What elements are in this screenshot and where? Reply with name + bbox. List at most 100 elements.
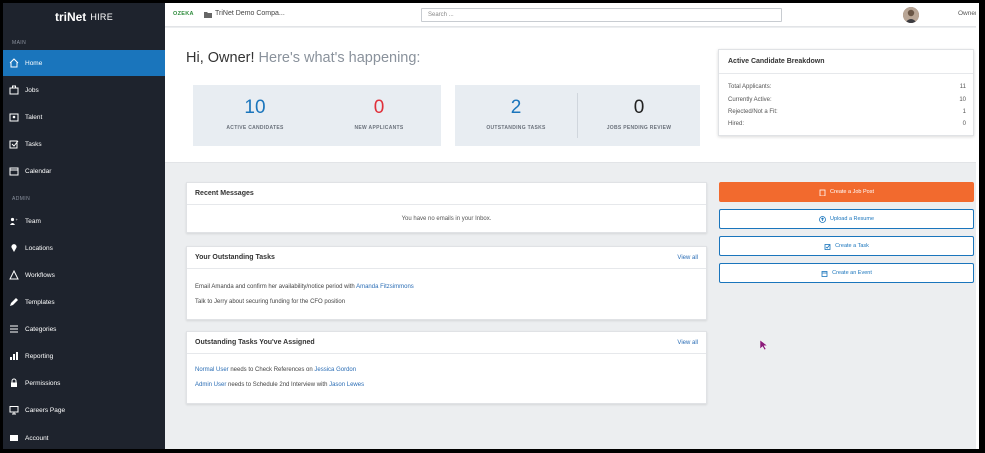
task-icon [824,243,831,250]
sidebar-item-account[interactable]: Account [3,425,165,449]
upload-resume-button[interactable]: Upload a Resume [719,209,974,229]
assigned-task-item: Admin User needs to Schedule 2nd Intervi… [195,382,364,388]
create-event-button[interactable]: Create an Event [719,263,974,283]
app-window: triNet HIRE MAIN Home Jobs Talent Tasks … [3,3,979,449]
task-text: needs to Schedule 2nd Interview with [226,382,330,388]
task-item: Email Amanda and confirm her availabilit… [195,284,414,290]
pencil-icon [9,297,19,307]
avatar[interactable] [903,7,919,23]
sidebar-item-label: Reporting [25,352,54,360]
candidate-link[interactable]: Jessica Gordon [314,367,356,373]
sidebar-item-reporting[interactable]: Reporting [3,343,165,369]
company-switcher[interactable]: TriNet Demo Compa... [215,10,285,17]
view-all-link[interactable]: View all [677,340,698,346]
sidebar-item-careers-page[interactable]: Careers Page [3,397,165,423]
greeting-subtitle: Here's what's happening: [258,50,421,66]
sidebar-item-calendar[interactable]: Calendar [3,158,165,184]
task-item: Talk to Jerry about securing funding for… [195,299,345,305]
dashboard-hero: Hi, Owner! Here's what's happening: 10 A… [165,28,979,163]
sidebar-item-label: Talent [25,113,43,121]
lock-icon [9,378,19,388]
sidebar: triNet HIRE MAIN Home Jobs Talent Tasks … [3,3,165,449]
sidebar-item-team[interactable]: + Team [3,208,165,234]
stat-value: 0 [633,97,645,118]
stat-outstanding-tasks[interactable]: 2 OUTSTANDING TASKS [455,85,577,146]
id-card-icon [9,112,19,122]
sidebar-item-label: Account [25,434,49,442]
building-icon [819,189,826,196]
create-job-post-button[interactable]: Create a Job Post [719,182,974,202]
workflow-icon [9,270,19,280]
user-link[interactable]: Normal User [195,367,229,373]
sidebar-item-jobs[interactable]: Jobs [3,77,165,103]
sidebar-item-label: Tasks [25,140,42,148]
assigned-task-item: Normal User needs to Check References on… [195,367,356,373]
breakdown-label: Total Applicants: [728,84,772,90]
folder-icon [204,12,212,18]
section-label-admin: ADMIN [12,196,31,202]
breakdown-row: Total Applicants: 11 [728,84,966,90]
user-link[interactable]: Admin User [195,382,226,388]
stat-jobs-pending-review[interactable]: 0 JOBS PENDING REVIEW [578,85,700,146]
breakdown-row: Rejected/Not a Fit: 1 [728,109,966,115]
map-pin-icon [9,243,19,253]
candidate-link[interactable]: Jason Lewes [329,382,364,388]
logo-text: triNet [54,10,87,24]
user-name[interactable]: Owner [958,10,977,17]
card-title: Active Candidate Breakdown [719,50,973,74]
logo-suffix: HIRE [90,12,114,22]
breakdown-label: Hired: [728,121,745,127]
upload-icon [819,215,826,223]
stat-label: ACTIVE CANDIDATES [226,125,284,131]
stat-label: OUTSTANDING TASKS [486,125,546,131]
sidebar-item-label: Permissions [25,379,61,387]
sidebar-item-locations[interactable]: Locations [3,235,165,261]
sidebar-item-permissions[interactable]: Permissions [3,370,165,396]
breakdown-row: Currently Active: 10 [728,97,966,103]
button-label: Create a Task [835,243,869,249]
candidate-link[interactable]: Amanda Fitzsimmons [356,284,414,290]
outstanding-tasks-card: Your Outstanding Tasks View all Email Am… [186,246,707,320]
sidebar-item-label: Team [25,217,41,225]
mouse-cursor [760,340,768,350]
sidebar-item-categories[interactable]: Categories [3,316,165,342]
calendar-icon [9,166,19,176]
button-label: Upload a Resume [829,216,875,222]
brand-badge: OZEKA [173,11,194,17]
calendar-plus-icon [821,270,828,277]
sidebar-item-label: Workflows [25,271,55,279]
sidebar-item-workflows[interactable]: Workflows [3,262,165,288]
stats-group-tasks: 2 OUTSTANDING TASKS 0 JOBS PENDING REVIE… [455,85,700,146]
stat-label: NEW APPLICANTS [354,125,404,131]
tasks-icon [9,139,19,149]
button-label: Create a Job Post [829,189,875,195]
sidebar-item-home[interactable]: Home [3,50,165,76]
stat-active-candidates[interactable]: 10 ACTIVE CANDIDATES [193,85,317,146]
section-label-main: MAIN [12,40,27,46]
view-all-link[interactable]: View all [677,255,698,261]
monitor-icon [9,405,19,415]
stat-value: 2 [510,97,522,118]
sidebar-item-templates[interactable]: Templates [3,289,165,315]
breakdown-value: 10 [959,97,966,103]
recent-messages-card: Recent Messages You have no emails in yo… [186,182,707,233]
stat-new-applicants[interactable]: 0 NEW APPLICANTS [317,85,441,146]
button-label: Create an Event [832,270,872,276]
create-task-button[interactable]: Create a Task [719,236,974,256]
stat-value: 0 [373,97,385,118]
greeting-text: Hi, Owner! [186,50,255,66]
task-text: needs to Check References on [228,367,315,373]
card-header: Outstanding Tasks You've Assigned View a… [187,332,706,354]
sidebar-item-label: Calendar [25,167,52,175]
sidebar-item-tasks[interactable]: Tasks [3,131,165,157]
sidebar-item-label: Locations [25,244,53,252]
search-input[interactable]: Search ... [421,8,782,22]
breakdown-value: 11 [959,84,966,90]
sidebar-item-talent[interactable]: Talent [3,104,165,130]
app-logo[interactable]: triNet HIRE [3,3,165,31]
breakdown-label: Currently Active: [728,97,772,103]
svg-text:+: + [16,217,19,222]
card-title: Outstanding Tasks You've Assigned [195,339,315,346]
home-icon [9,58,19,68]
top-bar: OZEKA TriNet Demo Compa... Search ... Ow… [165,3,979,27]
